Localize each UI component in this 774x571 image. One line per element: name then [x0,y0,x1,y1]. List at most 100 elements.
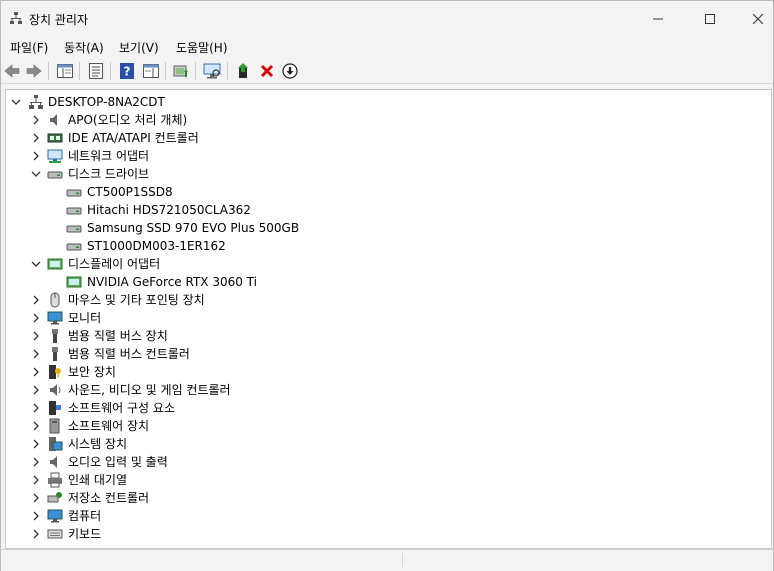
tree-category-label: 모니터 [68,311,102,325]
computer-icon [47,509,63,523]
usb-controller-icon [52,347,58,361]
vertical-scrollbar[interactable] [759,90,769,546]
toolbar-separator [195,62,196,80]
tree-category-printer[interactable]: 인쇄 대기열 [6,471,771,489]
tree-device-item[interactable]: CT500P1SSD8 [6,183,771,201]
menu-bar: 파일(F) 동작(A) 보기(V) 도움말(H) [1,36,773,58]
forward-button[interactable] [24,61,44,81]
disk-drive-icon [47,171,63,179]
mouse-icon [50,292,60,308]
chevron-right-icon[interactable] [30,330,42,342]
tree-category-storage-controller[interactable]: 저장소 컨트롤러 [6,489,771,507]
properties-button[interactable] [86,61,106,81]
show-hide-tree-button[interactable] [55,61,75,81]
action-pane-button[interactable] [141,61,161,81]
tree-category-display-adapter[interactable]: 디스플레이 어댑터 [6,255,771,273]
tree-category-mouse[interactable]: 마우스 및 기타 포인팅 장치 [6,291,771,309]
chevron-right-icon[interactable] [30,420,42,432]
tree-device-label: Hitachi HDS721050CLA362 [87,203,251,217]
menu-help[interactable]: 도움말(H) [174,39,230,56]
computer-network-icon [29,95,43,109]
chevron-right-icon[interactable] [30,114,42,126]
tree-category-keyboard[interactable]: 키보드 [6,525,771,543]
tree-category-label: 마우스 및 기타 포인팅 장치 [68,293,205,307]
tree-category-system-device[interactable]: 시스템 장치 [6,435,771,453]
update-driver-button[interactable] [171,61,191,81]
tree-category-computer[interactable]: 컴퓨터 [6,507,771,525]
add-driver-button[interactable] [234,61,254,81]
chevron-right-icon[interactable] [30,312,42,324]
chevron-down-icon[interactable] [30,258,42,270]
chevron-right-icon[interactable] [30,510,42,522]
software-device-icon [49,418,60,434]
action-pane-icon [143,64,159,78]
system-device-icon [49,437,63,451]
tree-category-label: IDE ATA/ATAPI 컨트롤러 [68,131,199,145]
window-title: 장치 관리자 [29,13,89,27]
back-button[interactable] [2,61,22,81]
tree-category-ide-controller[interactable]: IDE ATA/ATAPI 컨트롤러 [6,129,771,147]
tree-category-label: 인쇄 대기열 [68,473,128,487]
chevron-right-icon[interactable] [30,528,42,540]
tree-device-item[interactable]: Hitachi HDS721050CLA362 [6,201,771,219]
usb-icon [52,329,58,343]
tree-device-item[interactable]: ST1000DM003-1ER162 [6,237,771,255]
properties-icon [89,63,103,79]
tree-category-label: 사운드, 비디오 및 게임 컨트롤러 [68,383,231,397]
chevron-down-icon[interactable] [10,96,22,108]
maximize-button[interactable] [687,1,733,36]
tree-category-disk-drive[interactable]: 디스크 드라이브 [6,165,771,183]
menu-action[interactable]: 동작(A) [62,39,106,56]
tree-root-label: DESKTOP-8NA2CDT [48,95,165,109]
tree-category-network-adapter[interactable]: 네트워크 어댑터 [6,147,771,165]
chevron-right-icon[interactable] [30,384,42,396]
close-button[interactable] [735,1,774,36]
help-icon: ? [120,63,134,79]
tree-category-audio-io[interactable]: 오디오 입력 및 출력 [6,453,771,471]
uninstall-button[interactable] [257,61,277,81]
chevron-right-icon[interactable] [30,474,42,486]
toolbar-separator [79,62,80,80]
chevron-right-icon[interactable] [30,132,42,144]
toolbar-separator [48,62,49,80]
tree-category-label: 소프트웨어 구성 요소 [68,401,175,415]
help-button[interactable]: ? [117,61,137,81]
minimize-icon [653,18,663,19]
tree-root[interactable]: DESKTOP-8NA2CDT [6,93,771,111]
uninstall-icon [260,64,274,78]
tree-category-sound[interactable]: 사운드, 비디오 및 게임 컨트롤러 [6,381,771,399]
chevron-down-icon[interactable] [30,168,42,180]
tree-category-usb[interactable]: 범용 직렬 버스 장치 [6,327,771,345]
chevron-right-icon[interactable] [30,456,42,468]
tree-category-security-device[interactable]: 보안 장치 [6,363,771,381]
tree-category-software-component[interactable]: 소프트웨어 구성 요소 [6,399,771,417]
tree-category-label: 오디오 입력 및 출력 [68,455,168,469]
chevron-right-icon[interactable] [30,348,42,360]
chevron-right-icon[interactable] [30,294,42,306]
device-tree[interactable]: DESKTOP-8NA2CDT APO(오디오 처리 개체) IDE ATA/AT… [5,89,772,549]
tree-category-monitor[interactable]: 모니터 [6,309,771,327]
audio-io-icon [50,456,57,468]
chevron-right-icon[interactable] [30,492,42,504]
tree-category-speaker[interactable]: APO(오디오 처리 개체) [6,111,771,129]
show-hide-tree-icon [57,64,73,78]
chevron-right-icon[interactable] [30,366,42,378]
menu-view[interactable]: 보기(V) [117,39,161,56]
display-adapter-icon [47,258,63,270]
disk-drive-icon [66,207,82,215]
scan-hardware-button[interactable] [202,61,222,81]
title-bar[interactable]: 장치 관리자 [1,1,773,36]
tree-device-item[interactable]: Samsung SSD 970 EVO Plus 500GB [6,219,771,237]
minimize-button[interactable] [635,1,681,36]
tree-category-software-device[interactable]: 소프트웨어 장치 [6,417,771,435]
chevron-right-icon[interactable] [30,150,42,162]
chevron-right-icon[interactable] [30,438,42,450]
tree-device-item[interactable]: NVIDIA GeForce RTX 3060 Ti [6,273,771,291]
disable-button[interactable] [280,61,300,81]
tree-category-usb-controller[interactable]: 범용 직렬 버스 컨트롤러 [6,345,771,363]
sound-icon [50,384,61,396]
monitor-icon [47,311,63,325]
chevron-right-icon[interactable] [30,402,42,414]
keyboard-icon [47,529,63,539]
menu-file[interactable]: 파일(F) [8,39,50,56]
